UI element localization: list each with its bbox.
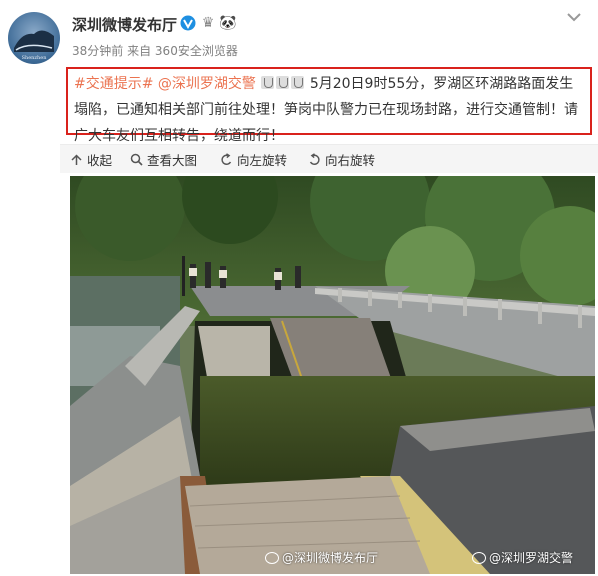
panda-icon[interactable]: 🐼	[219, 14, 237, 32]
member-crown-icon[interactable]: ♛	[199, 14, 217, 32]
weibo-watermark-icon	[472, 552, 486, 564]
road-collapse-photo	[70, 176, 595, 574]
collapse-button[interactable]: 收起	[70, 150, 112, 169]
candle-emoji-icon	[261, 76, 275, 89]
hashtag-link[interactable]: #交通提示#	[74, 76, 153, 92]
rotate-left-button[interactable]: 向左旋转	[220, 150, 287, 169]
avatar[interactable]: Shenzhen	[8, 12, 60, 64]
svg-text:Shenzhen: Shenzhen	[22, 55, 48, 61]
watermark-right: @深圳罗湖交警	[472, 549, 573, 566]
rotate-right-button[interactable]: 向右旋转	[308, 150, 375, 169]
post-header: Shenzhen 深圳微博发布厅 ♛ 🐼 38分钟前 来自 360安全浏览器	[0, 0, 598, 64]
post-time[interactable]: 38分钟前	[72, 44, 123, 58]
verified-badge-icon	[180, 15, 196, 31]
collapse-icon	[70, 153, 83, 166]
post-meta: 38分钟前 来自 360安全浏览器	[72, 42, 238, 59]
watermark-left: @深圳微博发布厅	[265, 549, 378, 566]
magnifier-icon	[130, 153, 143, 166]
view-large-button[interactable]: 查看大图	[130, 150, 197, 169]
post-image[interactable]: @深圳微博发布厅 @深圳罗湖交警	[70, 176, 595, 574]
candle-emoji-icon	[291, 76, 305, 89]
weibo-watermark-icon	[265, 552, 279, 564]
chevron-down-icon[interactable]	[564, 10, 584, 24]
mention-link[interactable]: @深圳罗湖交警	[158, 76, 256, 92]
image-toolbar: 收起 查看大图 向左旋转 向右旋转	[60, 144, 598, 173]
rotate-left-icon	[220, 153, 233, 166]
user-name[interactable]: 深圳微博发布厅	[72, 14, 177, 35]
post-source: 来自 360安全浏览器	[127, 44, 238, 58]
candle-emoji-icon	[276, 76, 290, 89]
post-text: #交通提示# @深圳罗湖交警 5月20日9时55分，罗湖区环湖路路面发生塌陷，已…	[66, 67, 592, 144]
rotate-right-icon	[308, 153, 321, 166]
